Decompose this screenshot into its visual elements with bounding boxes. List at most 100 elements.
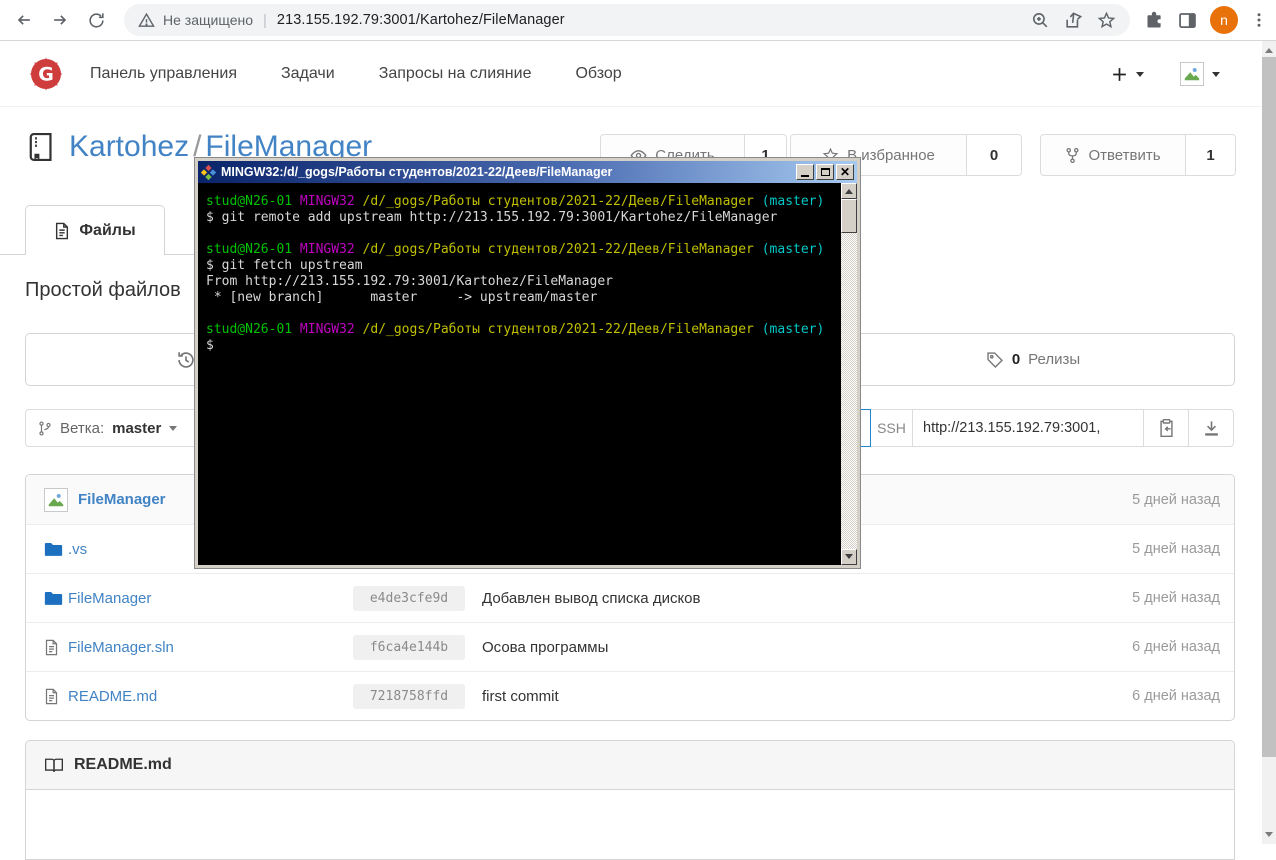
address-bar[interactable]: Не защищено | 213.155.192.79:3001/Kartoh… (124, 4, 1130, 36)
back-icon[interactable] (6, 4, 42, 36)
menu-dots-icon[interactable] (1250, 11, 1268, 29)
terminal-output: stud@N26-01 MINGW32 /d/_gogs/Работы студ… (198, 183, 841, 565)
readme-header: README.md (26, 741, 1234, 790)
gogs-logo-icon[interactable]: G (28, 56, 64, 92)
git-branch-icon (39, 420, 51, 436)
terminal-titlebar[interactable]: MINGW32:/d/_gogs/Работы студентов/2021-2… (198, 161, 857, 183)
branch-selector[interactable]: Ветка: master (25, 409, 212, 447)
bookmark-star-icon[interactable] (1097, 11, 1116, 30)
fork-button[interactable]: Ответвить (1041, 135, 1185, 175)
prompt-path: /d/_gogs/Работы студентов/2021-22/Деев/F… (362, 322, 754, 337)
share-icon[interactable] (1064, 11, 1083, 30)
file-link[interactable]: .vs (68, 541, 87, 558)
scroll-down-icon[interactable] (1262, 829, 1276, 844)
history-icon (175, 349, 197, 371)
nav-item-pull-requests[interactable]: Запросы на слияние (379, 65, 532, 83)
prompt-user: stud@N26-01 (206, 242, 293, 257)
fork-count[interactable]: 1 (1185, 135, 1235, 175)
file-link[interactable]: FileManager (68, 590, 151, 607)
minimize-button[interactable] (796, 164, 814, 180)
folder-icon (44, 541, 68, 557)
zoom-icon[interactable] (1031, 11, 1050, 30)
branch-name: master (112, 419, 162, 437)
file-link[interactable]: README.md (68, 688, 157, 705)
file-date: 6 дней назад (1132, 639, 1220, 655)
terminal-window: MINGW32:/d/_gogs/Работы студентов/2021-2… (195, 158, 860, 568)
commit-message-link[interactable]: Добавлен вывод списка дисков (482, 590, 701, 607)
terminal-prompt-char: $ (206, 338, 214, 353)
security-label: Не защищено (163, 12, 253, 28)
terminal-scrollbar[interactable] (841, 183, 857, 565)
table-row: FileManager e4de3cfe9d Добавлен вывод сп… (26, 573, 1234, 622)
file-icon (44, 688, 68, 705)
terminal-prompt-line: stud@N26-01 MINGW32 /d/_gogs/Работы студ… (206, 242, 841, 258)
copy-to-clipboard-button[interactable] (1143, 409, 1189, 447)
table-row: FileManager.sln f6ca4e144b Осова програм… (26, 622, 1234, 671)
file-icon (44, 639, 68, 656)
commit-date: 5 дней назад (1132, 491, 1220, 508)
terminal-scroll-down-icon[interactable] (841, 549, 857, 565)
nav-item-issues[interactable]: Задачи (281, 65, 335, 83)
chevron-down-icon (169, 425, 178, 435)
download-icon (1204, 420, 1218, 436)
close-button[interactable]: ✕ (836, 164, 854, 180)
gogs-navbar: G Панель управления Задачи Запросы на сл… (0, 41, 1276, 107)
prompt-env: MINGW32 (299, 322, 355, 337)
prompt-branch: (master) (761, 242, 825, 257)
new-repo-dropdown[interactable] (1111, 66, 1144, 83)
plus-icon (1113, 67, 1126, 81)
fork-button-group: Ответвить 1 (1040, 134, 1236, 176)
file-date: 5 дней назад (1132, 541, 1220, 557)
user-avatar-broken-image-icon (1180, 62, 1204, 86)
clipboard-icon (1159, 418, 1173, 438)
page-scrollbar-thumb[interactable] (1262, 57, 1276, 757)
scroll-up-icon[interactable] (1262, 41, 1276, 56)
side-panel-icon[interactable] (1177, 10, 1198, 31)
extensions-puzzle-icon[interactable] (1144, 10, 1165, 31)
commit-hash-badge[interactable]: f6ca4e144b (353, 634, 465, 660)
nav-item-explore[interactable]: Обзор (575, 65, 621, 83)
terminal-content: stud@N26-01 MINGW32 /d/_gogs/Работы студ… (198, 183, 857, 565)
tab-files[interactable]: Файлы (25, 205, 165, 255)
folder-icon (44, 590, 68, 606)
commit-message-link[interactable]: Осова программы (482, 639, 608, 656)
open-book-icon (45, 758, 63, 772)
commit-avatar-broken-image-icon (44, 487, 68, 512)
prompt-env: MINGW32 (299, 194, 355, 209)
commit-author-link[interactable]: FileManager (78, 491, 166, 508)
page-scrollbar[interactable] (1262, 41, 1276, 844)
clone-ssh-button[interactable]: SSH (870, 409, 913, 447)
readme-title: README.md (74, 756, 172, 773)
forward-icon[interactable] (42, 4, 78, 36)
prompt-branch: (master) (761, 322, 825, 337)
commit-hash-badge[interactable]: 7218758ffd (353, 683, 465, 709)
terminal-output-line: * [new branch] master -> upstream/master (206, 290, 598, 305)
browser-profile-avatar[interactable]: n (1210, 6, 1238, 34)
branch-label: Ветка: (60, 419, 105, 437)
download-button[interactable] (1188, 409, 1234, 447)
nav-item-dashboard[interactable]: Панель управления (90, 65, 237, 83)
fork-icon (1066, 147, 1079, 163)
url-text: 213.155.192.79:3001/Kartohez/FileManager (276, 12, 565, 28)
readme-panel: README.md (25, 740, 1235, 860)
prompt-user: stud@N26-01 (206, 194, 293, 209)
repo-owner-link[interactable]: Kartohez (69, 130, 189, 163)
clone-url-input[interactable] (912, 409, 1144, 447)
user-menu-dropdown[interactable] (1180, 62, 1220, 86)
commit-hash-badge[interactable]: e4de3cfe9d (353, 585, 465, 611)
stat-releases[interactable]: 0 Релизы (831, 334, 1234, 385)
commit-message-link[interactable]: first commit (482, 688, 559, 705)
terminal-prompt-line: stud@N26-01 MINGW32 /d/_gogs/Работы студ… (206, 322, 841, 338)
prompt-env: MINGW32 (299, 242, 355, 257)
maximize-button[interactable] (816, 164, 834, 180)
terminal-command: $ git fetch upstream (206, 258, 363, 273)
file-link[interactable]: FileManager.sln (68, 639, 174, 656)
reload-icon[interactable] (78, 4, 114, 36)
terminal-scroll-up-icon[interactable] (841, 183, 857, 199)
file-icon (56, 222, 69, 239)
star-count[interactable]: 0 (966, 135, 1021, 175)
releases-count: 0 (1011, 351, 1021, 368)
terminal-scrollbar-thumb[interactable] (841, 199, 857, 233)
file-date: 6 дней назад (1132, 688, 1220, 704)
